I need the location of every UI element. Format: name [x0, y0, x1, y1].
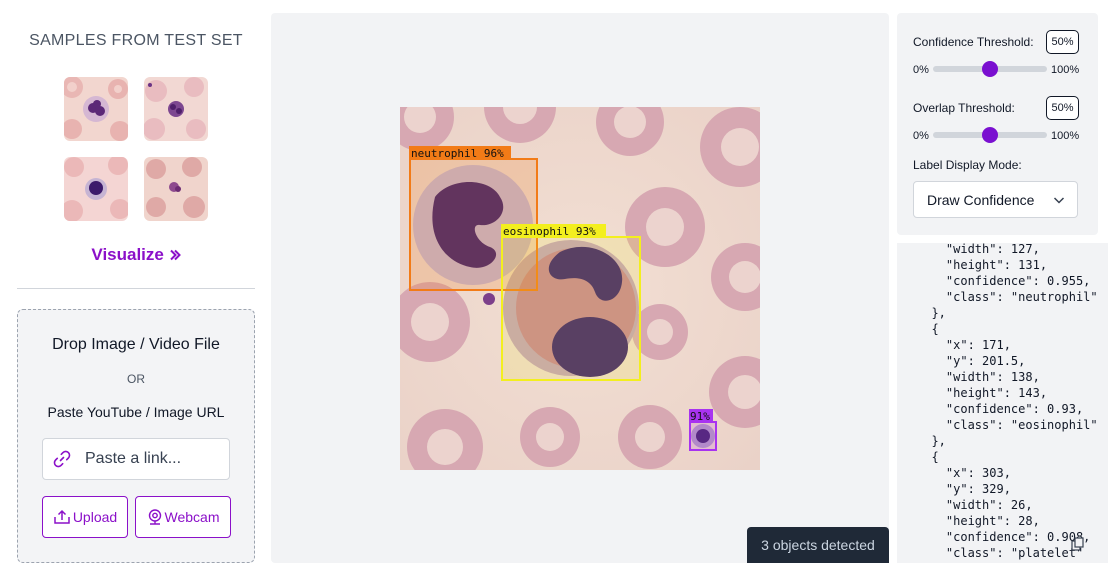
confidence-value-box[interactable]: 50% [1046, 30, 1079, 54]
confidence-slider[interactable] [933, 61, 1047, 77]
upload-button[interactable]: Upload [42, 496, 128, 538]
drop-title: Drop Image / Video File [52, 336, 220, 353]
overlap-min-label: 0% [913, 130, 929, 142]
visualize-label: Visualize [91, 245, 164, 264]
label-display-mode-select[interactable]: Draw Confidence [913, 181, 1078, 218]
chevron-double-right-icon [169, 245, 181, 264]
confidence-max-label: 100% [1051, 64, 1080, 76]
upload-label: Upload [72, 509, 118, 525]
overlap-max-label: 100% [1051, 130, 1080, 142]
sample-thumbnail-2[interactable] [144, 77, 208, 141]
inference-canvas: neutrophil 96% eosinophil 93% 91% [386, 71, 781, 485]
link-input[interactable] [85, 447, 225, 471]
controls-panel: Confidence Threshold: 50% 0% 100% Overla… [897, 13, 1098, 235]
json-output-panel[interactable]: "width": 127, "height": 131, "confidence… [897, 243, 1108, 563]
samples-title: SAMPLES FROM TEST SET [29, 32, 243, 49]
left-panel: SAMPLES FROM TEST SET Visualize Drop Ima… [0, 0, 272, 572]
link-icon [53, 450, 71, 468]
copy-icon[interactable] [1071, 537, 1085, 551]
sample-thumbnail-1[interactable] [64, 77, 128, 141]
preview-panel: neutrophil 96% eosinophil 93% 91% [271, 13, 889, 563]
label-display-mode-value: Draw Confidence [927, 191, 1035, 208]
confidence-threshold-label: Confidence Threshold: [913, 35, 1034, 49]
objects-detected-badge: 3 objects detected [747, 527, 889, 563]
detection-label-eosinophil: eosinophil 93% [503, 225, 596, 238]
upload-icon [54, 509, 70, 524]
link-input-box[interactable] [42, 438, 230, 480]
detection-label-platelet: 91% [690, 410, 710, 423]
paste-url-label: Paste YouTube / Image URL [47, 404, 225, 420]
overlap-slider-handle[interactable] [982, 127, 998, 143]
overlap-threshold-label: Overlap Threshold: [913, 101, 1015, 115]
confidence-slider-handle[interactable] [982, 61, 998, 77]
webcam-label: Webcam [164, 509, 220, 525]
sample-thumbnail-4[interactable] [144, 157, 208, 221]
sample-thumbnail-3[interactable] [64, 157, 128, 221]
visualize-button[interactable]: Visualize [0, 245, 272, 265]
webcam-button[interactable]: Webcam [135, 496, 231, 538]
chevron-down-icon [1053, 197, 1065, 204]
webcam-icon [148, 509, 161, 525]
confidence-min-label: 0% [913, 64, 929, 76]
dropzone[interactable]: Drop Image / Video File OR Paste YouTube… [17, 309, 255, 563]
json-output-text: "width": 127, "height": 131, "confidence… [931, 243, 1098, 560]
divider [17, 288, 255, 289]
overlap-slider[interactable] [933, 127, 1047, 143]
or-separator: OR [127, 372, 145, 386]
overlap-value-box[interactable]: 50% [1046, 96, 1079, 120]
detection-label-neutrophil: neutrophil 96% [411, 147, 504, 160]
detection-eosinophil: eosinophil 93% [501, 224, 641, 381]
label-display-mode-label: Label Display Mode: [913, 158, 1022, 172]
app-root: SAMPLES FROM TEST SET Visualize Drop Ima… [0, 0, 1108, 572]
detection-platelet: 91% [689, 409, 717, 451]
